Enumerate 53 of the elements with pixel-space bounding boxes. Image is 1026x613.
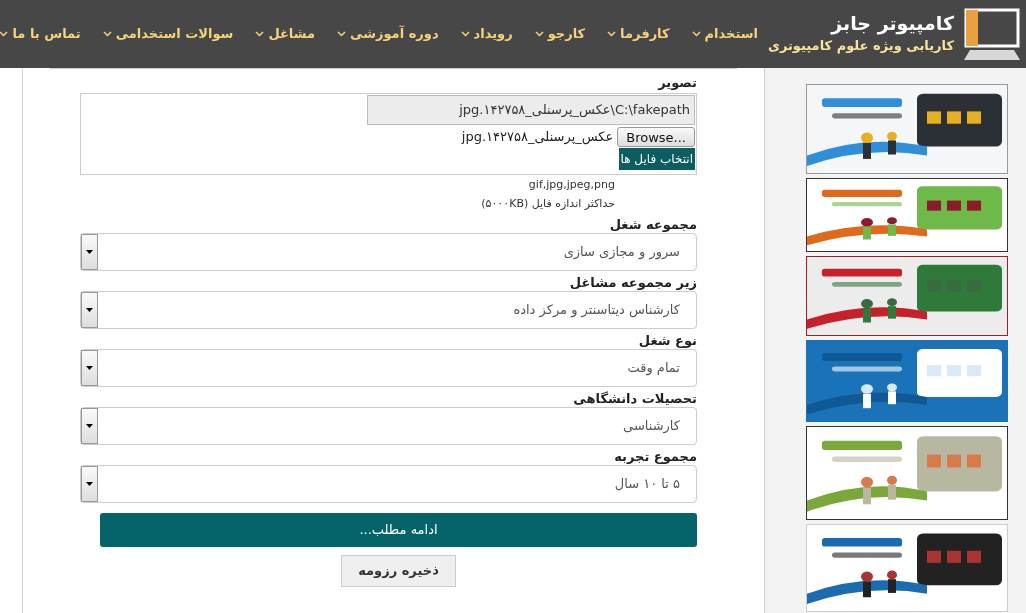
nav-link[interactable]: تماس با ما <box>0 24 81 44</box>
browse-button[interactable]: Browse... <box>617 126 695 147</box>
field-label: نوع شغل <box>637 331 697 349</box>
logo-subtitle: کاریابی ویژه علوم کامپیوتری <box>767 37 954 56</box>
dropdown-button[interactable] <box>81 349 98 386</box>
dropdown-button[interactable] <box>81 407 98 444</box>
select-value: تمام وقت <box>627 358 681 378</box>
save-resume-button[interactable]: ذخیره رزومه <box>341 554 456 587</box>
select-value: سرور و مجازی سازی <box>563 242 681 262</box>
caret-down-icon <box>86 423 93 428</box>
caret-down-icon <box>86 365 93 370</box>
caret-down-icon <box>86 307 93 312</box>
select-field[interactable]: سرور و مجازی سازی <box>80 232 697 271</box>
nav-link[interactable]: کارفرما <box>607 24 670 44</box>
nav-link[interactable]: کارجو <box>534 24 586 44</box>
field-label: تصویر <box>656 74 697 92</box>
field-label: زیر مجموعه مشاغل <box>568 273 697 291</box>
select-field[interactable]: کارشناسی <box>80 406 697 445</box>
dropdown-button[interactable] <box>81 233 98 270</box>
file-path-field[interactable]: C:\fakepath\عکس_پرسنلی_۱۴۲۷۵۸.jpg <box>367 94 695 125</box>
chevron-down-icon <box>691 31 701 37</box>
file-name: عکس_پرسنلی_۱۴۲۷۵۸.jpg <box>461 127 614 147</box>
select-value: ۵ تا ۱۰ سال <box>614 474 681 493</box>
field-label: تحصیلات دانشگاهی <box>572 389 697 407</box>
caret-down-icon <box>86 249 93 254</box>
field-label: مجموع تجربه <box>613 447 697 465</box>
formats-note: gif,jpg,jpeg,png <box>527 176 616 193</box>
chevron-down-icon <box>0 31 9 37</box>
chevron-down-icon <box>337 31 347 37</box>
nav-link[interactable]: دوره آموزشی <box>337 24 439 44</box>
field-label: مجموعه شغل <box>608 215 697 233</box>
caret-down-icon <box>86 481 93 486</box>
nav-link[interactable]: سوالات استخدامی <box>102 24 234 44</box>
nav-link[interactable]: مشاغل <box>255 24 316 44</box>
nav-link[interactable]: رویداد <box>460 24 513 44</box>
select-field[interactable]: ۵ تا ۱۰ سال <box>80 464 697 503</box>
monitor-icon <box>962 6 1022 62</box>
select-field[interactable]: کارشناس دیتاسنتر و مرکز داده <box>80 290 697 329</box>
chevron-down-icon <box>102 31 112 37</box>
chevron-down-icon <box>534 31 544 37</box>
chevron-down-icon <box>460 31 470 37</box>
max-size-note: حداکثر اندازه فایل (۵۰۰۰KB) <box>480 196 616 212</box>
choose-files-button[interactable]: انتخاب فایل ها <box>618 147 695 170</box>
chevron-down-icon <box>255 31 265 37</box>
select-value: کارشناس دیتاسنتر و مرکز داده <box>513 300 681 320</box>
select-value: کارشناسی <box>623 416 681 436</box>
logo-title: کامپیوتر جابز <box>829 12 954 37</box>
select-field[interactable]: تمام وقت <box>80 348 697 387</box>
dropdown-button[interactable] <box>81 465 98 502</box>
chevron-down-icon <box>607 31 617 37</box>
nav-link[interactable]: استخدام <box>691 24 758 44</box>
read-more-button[interactable]: ادامه مطلب... <box>100 512 697 547</box>
dropdown-button[interactable] <box>81 291 98 328</box>
